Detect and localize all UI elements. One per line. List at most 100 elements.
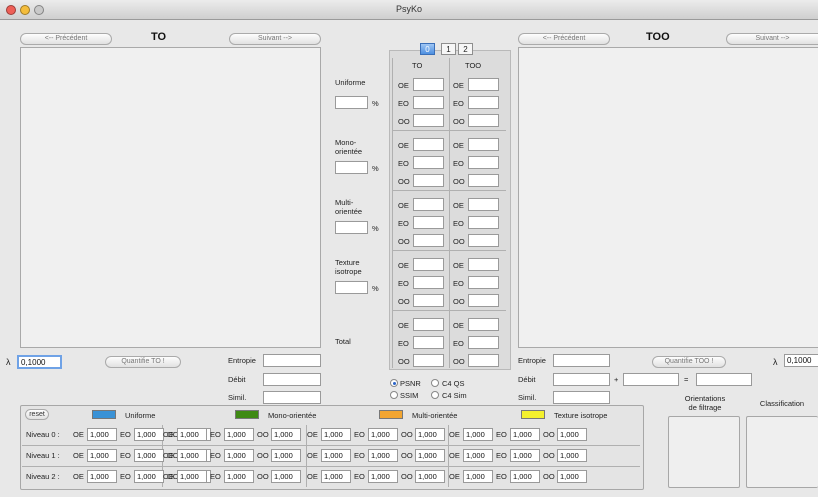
level-1-group-2-oe-field[interactable]: 1,000 [321,449,351,462]
level-2-group-2-eo-field[interactable]: 1,000 [368,470,398,483]
level-0-group-2-oe-field[interactable]: 1,000 [321,428,351,441]
to-field-1-2[interactable] [413,174,444,187]
too-field-0-0[interactable] [468,78,499,91]
category-percent-field-2[interactable] [335,221,368,234]
too-field-1-1[interactable] [468,156,499,169]
too-field-2-1[interactable] [468,216,499,229]
level-2-group-1-oo-field[interactable]: 1,000 [271,470,301,483]
too-field-4-2[interactable] [468,354,499,367]
reset-button[interactable]: reset [25,409,49,420]
c4sim-radio[interactable] [431,391,439,399]
level-0-group-3-eo-field[interactable]: 1,000 [510,428,540,441]
too-field-0-2[interactable] [468,114,499,127]
level-1-group-2-oo-field[interactable]: 1,000 [415,449,445,462]
left-lambda-input[interactable]: 0,1000 [17,355,62,369]
too-field-2-2[interactable] [468,234,499,247]
to-field-2-0[interactable] [413,198,444,211]
left-entropie-field[interactable] [263,354,321,367]
category-percent-field-3[interactable] [335,281,368,294]
level-2-group-0-oe-field[interactable]: 1,000 [87,470,117,483]
tab-0[interactable]: 0 [420,43,435,55]
right-image-pane[interactable] [518,47,818,348]
to-field-2-2[interactable] [413,234,444,247]
left-next-button[interactable]: Suivant --> [229,33,321,45]
level-1-group-2-eo-field[interactable]: 1,000 [368,449,398,462]
right-previous-button[interactable]: <-- Précédent [518,33,610,45]
too-field-3-2[interactable] [468,294,499,307]
right-lambda-input[interactable]: 0,1000 [784,354,818,367]
right-debit-field-1[interactable] [553,373,610,386]
level-1-group-0-oe-field[interactable]: 1,000 [87,449,117,462]
level-2-group-1-oe-field[interactable]: 1,000 [177,470,207,483]
to-field-2-1[interactable] [413,216,444,229]
level-1-group-3-eo-field[interactable]: 1,000 [510,449,540,462]
level-1-group-1-oo-field[interactable]: 1,000 [271,449,301,462]
to-field-3-1[interactable] [413,276,444,289]
category-percent-field-1[interactable] [335,161,368,174]
too-field-4-1[interactable] [468,336,499,349]
level-0-group-2-oo-field[interactable]: 1,000 [415,428,445,441]
level-0-group-2-eo-field[interactable]: 1,000 [368,428,398,441]
level-2-group-3-eo-field[interactable]: 1,000 [510,470,540,483]
row-label-oo: OO [453,177,465,186]
level-2-group-1-eo-field[interactable]: 1,000 [224,470,254,483]
left-simil-field[interactable] [263,391,321,404]
classification-box[interactable] [746,416,818,488]
level-1-group-3-oe-field[interactable]: 1,000 [463,449,493,462]
psnr-radio[interactable] [390,379,398,387]
right-simil-field[interactable] [553,391,610,404]
level-0-group-1-eo-field[interactable]: 1,000 [224,428,254,441]
left-previous-button[interactable]: <-- Précédent [20,33,112,45]
level-2-group-2-oo-field[interactable]: 1,000 [415,470,445,483]
to-field-1-0[interactable] [413,138,444,151]
right-debit-field-2[interactable] [623,373,679,386]
to-field-4-1[interactable] [413,336,444,349]
too-field-3-0[interactable] [468,258,499,271]
level-2-group-3-oo-field[interactable]: 1,000 [557,470,587,483]
left-image-pane[interactable] [20,47,321,348]
level-0-group-3-oe-field[interactable]: 1,000 [463,428,493,441]
too-field-2-0[interactable] [468,198,499,211]
quantify-too-button[interactable]: Quantifie TOO ! [652,356,726,368]
to-field-3-0[interactable] [413,258,444,271]
level-1-group-3-oo-field[interactable]: 1,000 [557,449,587,462]
level-1-group-1-eo-field[interactable]: 1,000 [224,449,254,462]
pair-label-oe: OE [163,451,174,460]
level-0-group-1-oe-field[interactable]: 1,000 [177,428,207,441]
right-next-button[interactable]: Suivant --> [726,33,818,45]
left-debit-field[interactable] [263,373,321,386]
to-field-4-2[interactable] [413,354,444,367]
level-1-group-1-oe-field[interactable]: 1,000 [177,449,207,462]
category-percent-field-0[interactable] [335,96,368,109]
level-0-group-0-eo-field[interactable]: 1,000 [134,428,164,441]
level-2-group-2-oe-field[interactable]: 1,000 [321,470,351,483]
to-field-0-0[interactable] [413,78,444,91]
right-debit-total-field[interactable] [696,373,752,386]
c4qs-radio[interactable] [431,379,439,387]
too-field-3-1[interactable] [468,276,499,289]
right-entropie-field[interactable] [553,354,610,367]
level-0-group-3-oo-field[interactable]: 1,000 [557,428,587,441]
tab-2[interactable]: 2 [458,43,473,55]
too-field-1-2[interactable] [468,174,499,187]
orientations-box[interactable] [668,416,740,488]
too-field-1-0[interactable] [468,138,499,151]
quantify-to-button[interactable]: Quantifie TO ! [105,356,181,368]
too-field-0-1[interactable] [468,96,499,109]
tab-1[interactable]: 1 [441,43,456,55]
equals-sign: = [684,375,689,384]
to-field-1-1[interactable] [413,156,444,169]
to-field-3-2[interactable] [413,294,444,307]
to-field-0-2[interactable] [413,114,444,127]
too-field-4-0[interactable] [468,318,499,331]
level-0-group-0-oe-field[interactable]: 1,000 [87,428,117,441]
level-1-group-0-eo-field[interactable]: 1,000 [134,449,164,462]
ssim-radio[interactable] [390,391,398,399]
category-label-4: Total [335,337,351,346]
left-simil-label: Simil. [228,393,247,402]
to-field-0-1[interactable] [413,96,444,109]
to-field-4-0[interactable] [413,318,444,331]
level-2-group-3-oe-field[interactable]: 1,000 [463,470,493,483]
level-0-group-1-oo-field[interactable]: 1,000 [271,428,301,441]
level-2-group-0-eo-field[interactable]: 1,000 [134,470,164,483]
